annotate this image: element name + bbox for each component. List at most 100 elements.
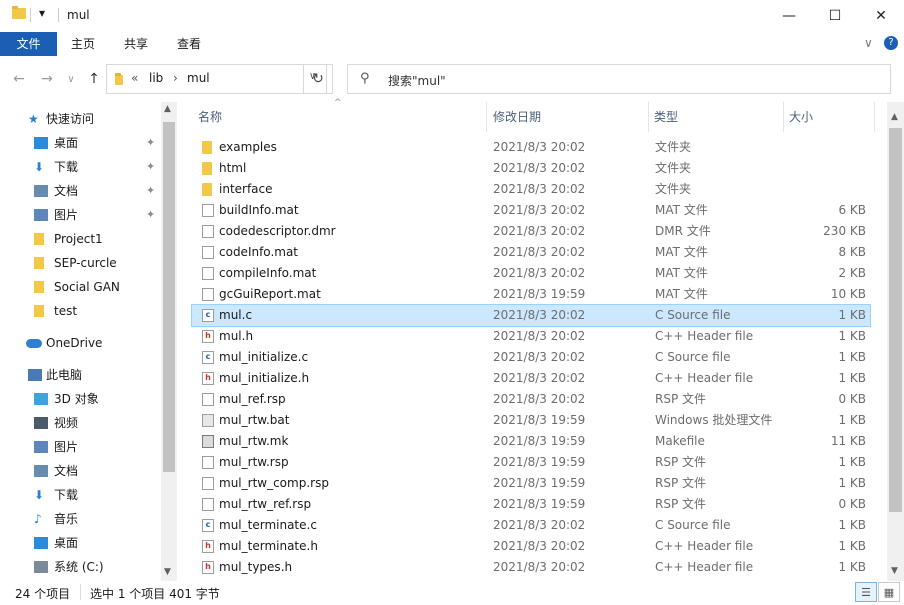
nav-item[interactable]: 图片 [0,435,160,459]
nav-item[interactable]: 3D 对象 [0,387,160,411]
nav-item[interactable]: 桌面 ✦ [0,131,160,155]
file-row[interactable]: interface 2021/8/3 20:02 文件夹 [192,179,870,200]
nav-item[interactable]: Project1 [0,227,160,251]
column-name-header[interactable]: 名称 [198,102,222,132]
folder-icon [115,73,123,88]
file-row[interactable]: compileInfo.mat 2021/8/3 20:02 MAT 文件 2 KB [192,263,870,284]
nav-item[interactable]: ♪ 音乐 [0,507,160,531]
close-button[interactable]: ✕ [858,0,904,32]
nav-item[interactable]: 系统 (C:) [0,555,160,579]
search-input[interactable]: ⚲ 搜索"mul" [347,64,891,94]
folder-icon [202,183,212,196]
file-row[interactable]: mul_rtw.mk 2021/8/3 19:59 Makefile 11 KB [192,431,870,452]
tab-view[interactable]: 查看 [163,32,215,56]
file-size: 1 KB [838,518,866,532]
file-row[interactable]: c mul_initialize.c 2021/8/3 20:02 C Source … [192,347,870,368]
file-row[interactable]: gcGuiReport.mat 2021/8/3 19:59 MAT 文件 10 KB [192,284,870,305]
column-size-header[interactable]: 大小 [789,102,813,132]
file-row[interactable]: h mul_terminate.h 2021/8/3 20:02 C++ Header… [192,536,870,557]
nav-item[interactable]: 桌面 [0,531,160,555]
file-row[interactable]: c mul_terminate.c 2021/8/3 20:02 C Source f… [192,515,870,536]
header-file-icon: h [202,372,214,385]
refresh-button[interactable]: ↻ [303,64,333,94]
nav-item[interactable]: test [0,299,160,323]
file-date: 2021/8/3 19:59 [493,455,586,469]
nav-scroll-down-icon[interactable]: ▼ [164,567,171,577]
help-icon[interactable]: ? [884,36,898,50]
column-divider[interactable] [874,102,875,132]
file-row[interactable]: mul_rtw_ref.rsp 2021/8/3 19:59 RSP 文件 0 KB [192,494,870,515]
file-type: MAT 文件 [655,203,708,217]
tab-home[interactable]: 主页 [57,32,109,56]
file-row[interactable]: html 2021/8/3 20:02 文件夹 [192,158,870,179]
file-row[interactable]: mul_rtw_comp.rsp 2021/8/3 19:59 RSP 文件 1 KB [192,473,870,494]
qat-dropdown-icon[interactable]: ▾ [39,6,45,20]
file-icon [202,456,214,469]
nav-item[interactable]: 文档 [0,459,160,483]
column-type-header[interactable]: 类型 [654,102,678,132]
recent-locations-button[interactable]: ∨ [60,68,82,90]
nav-item[interactable]: ★ 快速访问 [0,107,160,131]
nav-item[interactable]: Social GAN [0,275,160,299]
large-icons-view-icon[interactable]: ▦ [878,582,900,602]
nav-item[interactable]: ⬇ 下载 [0,483,160,507]
title-bar: ▾ mul — ☐ ✕ [0,0,904,32]
minimize-button[interactable]: — [766,0,812,32]
scroll-up-icon[interactable]: ▲ [891,112,898,122]
file-name: mul.c [219,308,253,322]
file-row[interactable]: buildInfo.mat 2021/8/3 20:02 MAT 文件 6 KB [192,200,870,221]
nav-item[interactable]: SEP-curcle [0,251,160,275]
file-row[interactable]: h mul_initialize.h 2021/8/3 20:02 C++ Heade… [192,368,870,389]
nav-item-label: 图片 [54,208,79,222]
nav-scrollbar-thumb[interactable] [163,122,175,472]
nav-item-label: OneDrive [46,336,103,350]
address-bar[interactable]: « lib › mul ∨ [106,64,327,94]
file-row[interactable]: c mul.c 2021/8/3 20:02 C Source file 1 KB [191,304,871,327]
column-divider[interactable] [783,102,784,132]
up-button[interactable]: ↑ [83,68,105,90]
title-divider [58,8,59,22]
breadcrumb-overflow[interactable]: « [131,71,138,85]
status-bar: 24 个项目 选中 1 个项目 401 字节 [0,581,904,605]
file-row[interactable]: mul_rtw.rsp 2021/8/3 19:59 RSP 文件 1 KB [192,452,870,473]
file-row[interactable]: h mul_types.h 2021/8/3 20:02 C++ Header fil… [192,557,870,578]
nav-item[interactable]: 视频 [0,411,160,435]
file-row[interactable]: mul_rtw.bat 2021/8/3 19:59 Windows 批处理文件 1 … [192,410,870,431]
pin-icon: ✦ [146,136,156,149]
scroll-down-icon[interactable]: ▼ [891,566,898,576]
nav-item[interactable]: ⬇ 下载 ✦ [0,155,160,179]
nav-item[interactable]: 文档 ✦ [0,179,160,203]
tab-share[interactable]: 共享 [109,32,163,56]
makefile-icon [202,435,214,448]
ribbon-expand-icon[interactable]: ∨ [864,36,873,50]
forward-button[interactable]: → [36,68,58,90]
file-row[interactable]: codedescriptor.dmr 2021/8/3 20:02 DMR 文件 23… [192,221,870,242]
breadcrumb-lib[interactable]: lib [149,71,163,85]
file-name: mul_types.h [219,560,293,574]
back-button[interactable]: ← [8,68,30,90]
file-size: 230 KB [823,224,866,238]
file-list-scrollbar-thumb[interactable] [889,128,902,512]
file-icon [202,288,214,301]
nav-item-label: 桌面 [54,536,79,550]
file-row[interactable]: examples 2021/8/3 20:02 文件夹 [192,137,870,158]
star-icon: ★ [28,112,39,126]
breadcrumb-mul[interactable]: mul [187,71,210,85]
file-type: RSP 文件 [655,476,707,490]
column-date-header[interactable]: 修改日期 [493,102,541,132]
file-row[interactable]: h mul.h 2021/8/3 20:02 C++ Header file 1 KB [192,326,870,347]
nav-item[interactable]: OneDrive [0,331,160,355]
breadcrumb-separator[interactable]: › [173,71,178,85]
nav-item[interactable]: 图片 ✦ [0,203,160,227]
nav-scroll-up-icon[interactable]: ▲ [164,104,171,114]
file-row[interactable]: codeInfo.mat 2021/8/3 20:02 MAT 文件 8 KB [192,242,870,263]
file-date: 2021/8/3 19:59 [493,476,586,490]
file-row[interactable]: mul_ref.rsp 2021/8/3 20:02 RSP 文件 0 KB [192,389,870,410]
nav-item-label: Social GAN [54,280,120,294]
maximize-button[interactable]: ☐ [812,0,858,32]
details-view-icon[interactable]: ☰ [855,582,877,602]
tab-file[interactable]: 文件 [0,32,57,56]
nav-item[interactable]: 此电脑 [0,363,160,387]
column-divider[interactable] [486,102,487,132]
column-divider[interactable] [648,102,649,132]
